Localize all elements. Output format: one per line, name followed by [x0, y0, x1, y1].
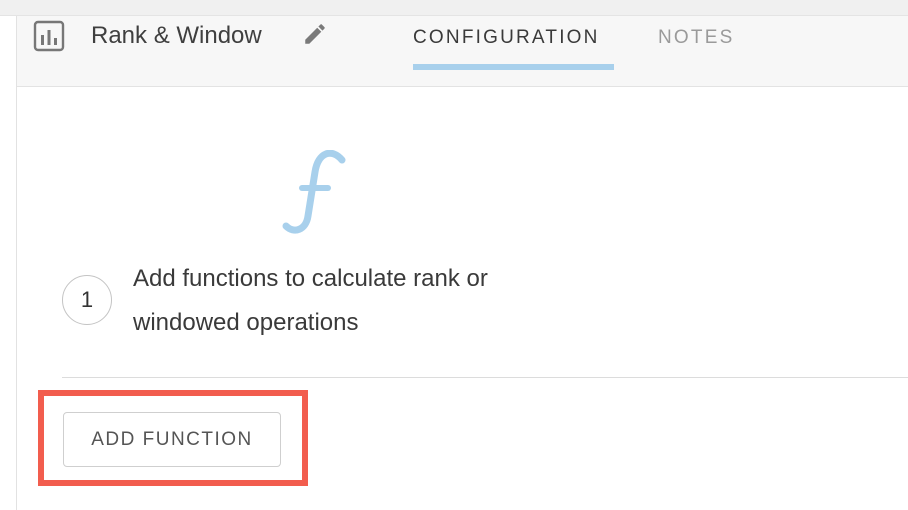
- divider: [62, 377, 908, 378]
- top-strip: [0, 0, 908, 16]
- left-border: [16, 16, 17, 510]
- add-function-button[interactable]: ADD FUNCTION: [63, 412, 281, 467]
- step-number-badge: 1: [62, 275, 112, 325]
- step-title: Rank & Window: [91, 22, 262, 49]
- function-f-icon: [282, 150, 346, 234]
- instruction-text: Add functions to calculate rank or windo…: [133, 265, 488, 336]
- tab-configuration[interactable]: CONFIGURATION: [413, 27, 600, 49]
- tab-notes[interactable]: NOTES: [658, 27, 734, 49]
- bar-chart-icon: [33, 20, 65, 52]
- active-tab-indicator: [413, 64, 614, 70]
- pencil-icon[interactable]: [302, 21, 328, 47]
